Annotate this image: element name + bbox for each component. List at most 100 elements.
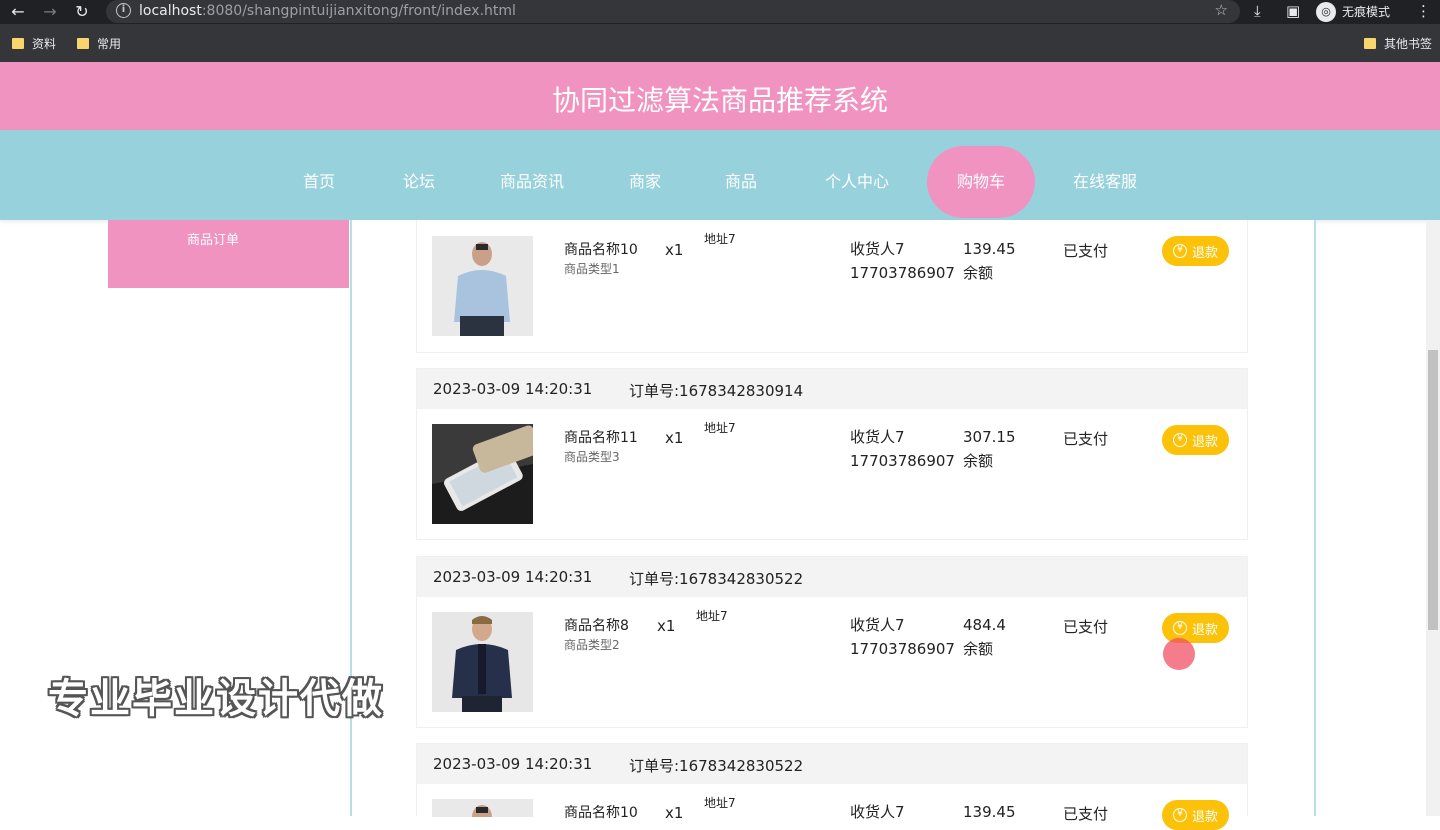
address-bar[interactable]: i localhost:8080/shangpintuijianxitong/f… xyxy=(106,0,1240,23)
browser-toolbar: ← → ↻ i localhost:8080/shangpintuijianxi… xyxy=(0,0,1440,24)
sidebar-item-label: 商品订单 xyxy=(186,233,239,248)
address: 地址7 xyxy=(704,796,736,810)
incognito-indicator[interactable]: ◎ 无痕模式 xyxy=(1316,1,1390,22)
watermark-text: 专业毕业设计代做 xyxy=(48,676,384,722)
quantity: x1 xyxy=(657,617,676,635)
refund-label: 退款 xyxy=(1192,622,1219,638)
bookmark-label: 其他书签 xyxy=(1384,37,1433,51)
bookmark-folder-other[interactable]: 其他书签 xyxy=(1364,35,1432,52)
nav-profile[interactable]: 个人中心 xyxy=(816,130,898,220)
price-info: 484.4 余额 xyxy=(963,613,1006,661)
url-host: localhost xyxy=(139,3,202,19)
download-icon[interactable]: ⤓ xyxy=(1254,2,1261,20)
main-nav: 首页 论坛 商品资讯 商家 商品 个人中心 购物车 在线客服 xyxy=(0,130,1440,220)
incognito-icon: ◎ xyxy=(1316,1,1336,22)
receiver-info: 收货人7 17703786907 xyxy=(850,613,955,661)
order-status: 已支付 xyxy=(1063,242,1109,260)
price-info: 307.15 余额 xyxy=(963,425,1016,473)
reload-icon[interactable]: ↻ xyxy=(72,2,92,22)
product-image[interactable] xyxy=(432,799,533,817)
nav-home[interactable]: 首页 xyxy=(284,130,354,220)
bookmark-folder-ziliao[interactable]: 资料 xyxy=(12,35,56,52)
nav-merchants[interactable]: 商家 xyxy=(610,130,680,220)
quantity: x1 xyxy=(665,804,684,822)
product-type: 商品类型1 xyxy=(564,262,620,276)
refund-label: 退款 xyxy=(1192,809,1219,825)
refund-label: 退款 xyxy=(1192,245,1219,261)
url-text[interactable]: localhost:8080/shangpintuijianxitong/fro… xyxy=(139,3,516,19)
side-panel-icon[interactable]: ▣ xyxy=(1286,2,1300,20)
product-name: 商品名称10 xyxy=(564,242,638,258)
site-header: 协同过滤算法商品推荐系统 xyxy=(0,62,1440,130)
folder-icon xyxy=(77,38,89,49)
order-status: 已支付 xyxy=(1063,618,1109,636)
menu-dots-icon[interactable]: ⋮ xyxy=(1416,2,1431,20)
nav-forum[interactable]: 论坛 xyxy=(384,130,454,220)
order-number: 订单号:1678342830522 xyxy=(629,570,804,588)
bookmark-star-icon[interactable]: ☆ xyxy=(1215,1,1228,19)
order-header: 2023-03-09 14:20:31 订单号:1678342830522 xyxy=(417,744,1247,784)
receiver-name: 收货人7 xyxy=(850,616,905,634)
receiver-name: 收货人7 xyxy=(850,240,905,258)
receiver-phone: 17703786907 xyxy=(850,452,955,470)
order-header: 2023-03-09 14:20:31 订单号:1678342830522 xyxy=(417,557,1247,597)
folder-icon xyxy=(12,38,24,49)
product-image[interactable] xyxy=(432,612,533,712)
address: 地址7 xyxy=(704,421,736,435)
product-type: 商品类型2 xyxy=(564,638,620,652)
price: 139.45 xyxy=(963,240,1016,258)
bookmark-folder-changyong[interactable]: 常用 xyxy=(77,35,121,52)
product-name: 商品名称10 xyxy=(564,805,638,821)
address: 地址7 xyxy=(696,609,728,623)
address: 地址7 xyxy=(704,232,736,246)
product-type: 商品类型3 xyxy=(564,450,620,464)
price: 307.15 xyxy=(963,428,1016,446)
quantity: x1 xyxy=(665,429,684,447)
sidebar-item-orders[interactable]: 商品订单 xyxy=(108,220,349,288)
order-card: 商品名称10 商品类型1 x1 地址7 收货人7 17703786907 139.… xyxy=(416,220,1248,353)
receiver-name: 收货人7 xyxy=(850,428,905,446)
receiver-name: 收货人7 xyxy=(850,803,905,821)
order-status: 已支付 xyxy=(1063,805,1109,823)
refund-button[interactable]: ¥ 退款 xyxy=(1162,800,1229,830)
receiver-phone: 17703786907 xyxy=(850,264,955,282)
order-date: 2023-03-09 14:20:31 xyxy=(433,568,593,586)
pay-method: 余额 xyxy=(963,640,994,658)
order-date: 2023-03-09 14:20:31 xyxy=(433,380,593,398)
yen-icon: ¥ xyxy=(1173,433,1187,447)
product-name: 商品名称8 xyxy=(564,618,629,634)
refund-button[interactable]: ¥ 退款 xyxy=(1162,425,1229,455)
yen-icon: ¥ xyxy=(1173,244,1187,258)
refund-button[interactable]: ¥ 退款 xyxy=(1162,236,1229,266)
scrollbar-thumb[interactable] xyxy=(1428,350,1438,630)
pay-method: 余额 xyxy=(963,264,994,282)
nav-products[interactable]: 商品 xyxy=(706,130,776,220)
nav-support[interactable]: 在线客服 xyxy=(1064,130,1146,220)
order-card: 2023-03-09 14:20:31 订单号:1678342830522 商品… xyxy=(416,743,1248,830)
bookmark-label: 常用 xyxy=(97,37,122,51)
product-image[interactable] xyxy=(432,424,533,524)
product-image[interactable] xyxy=(432,236,533,336)
click-indicator-icon xyxy=(1163,638,1195,670)
quantity: x1 xyxy=(665,241,684,259)
bookmarks-bar: 资料 常用 其他书签 xyxy=(0,24,1440,62)
order-card: 2023-03-09 14:20:31 订单号:1678342830914 商品… xyxy=(416,368,1248,540)
price: 139.45 xyxy=(963,803,1016,821)
receiver-info: 收货人7 17703786907 xyxy=(850,237,955,285)
receiver-info: 收货人7 17703786907 xyxy=(850,425,955,473)
bookmark-label: 资料 xyxy=(32,37,57,51)
back-icon[interactable]: ← xyxy=(8,2,28,22)
forward-icon[interactable]: → xyxy=(40,2,60,22)
order-card: 2023-03-09 14:20:31 订单号:1678342830522 商品… xyxy=(416,556,1248,728)
refund-label: 退款 xyxy=(1192,434,1219,450)
incognito-label: 无痕模式 xyxy=(1342,5,1391,19)
order-number: 订单号:1678342830914 xyxy=(629,382,804,400)
product-name: 商品名称11 xyxy=(564,430,638,446)
site-info-icon[interactable]: i xyxy=(116,3,131,18)
nav-news[interactable]: 商品资讯 xyxy=(492,130,572,220)
order-header: 2023-03-09 14:20:31 订单号:1678342830914 xyxy=(417,369,1247,409)
nav-cart[interactable]: 购物车 xyxy=(927,146,1035,218)
page-scrollbar[interactable] xyxy=(1426,220,1440,816)
order-number: 订单号:1678342830522 xyxy=(629,757,804,775)
site-title: 协同过滤算法商品推荐系统 xyxy=(551,84,888,117)
